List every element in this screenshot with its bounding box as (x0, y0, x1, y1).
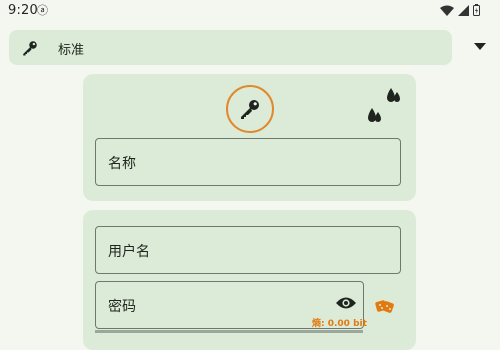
status-time: 9:20 (8, 3, 38, 18)
password-field-label: 密码 (108, 299, 136, 315)
username-field[interactable]: 用户名 (95, 226, 401, 274)
signal-icon (458, 4, 469, 16)
entry-type-label: 标准 (58, 43, 85, 58)
water-drop-icon[interactable] (367, 108, 382, 125)
status-icons (440, 4, 480, 16)
username-field-label: 用户名 (108, 244, 150, 260)
sync-icon: ⓐ (37, 4, 48, 17)
entry-type-selector[interactable]: 标准 (9, 30, 452, 65)
credentials-card: 用户名 密码 熵: 0.00 bit (83, 210, 416, 350)
entry-header-card: 名称 (83, 74, 416, 201)
dice-icon[interactable] (375, 297, 395, 315)
key-icon (241, 100, 259, 119)
entry-icon-button[interactable] (226, 85, 274, 133)
name-field[interactable]: 名称 (95, 138, 401, 186)
name-field-label: 名称 (108, 156, 136, 172)
entropy-indicator: 熵: 0.00 bit (312, 319, 367, 329)
battery-icon (473, 4, 480, 16)
water-drop-icon[interactable] (386, 88, 401, 105)
chevron-down-icon[interactable] (474, 43, 486, 51)
eye-icon[interactable] (336, 296, 356, 310)
password-field[interactable]: 密码 熵: 0.00 bit (95, 281, 367, 329)
status-bar: 9:20 ⓐ (0, 0, 500, 22)
key-icon (23, 41, 37, 56)
wifi-icon (440, 5, 454, 16)
